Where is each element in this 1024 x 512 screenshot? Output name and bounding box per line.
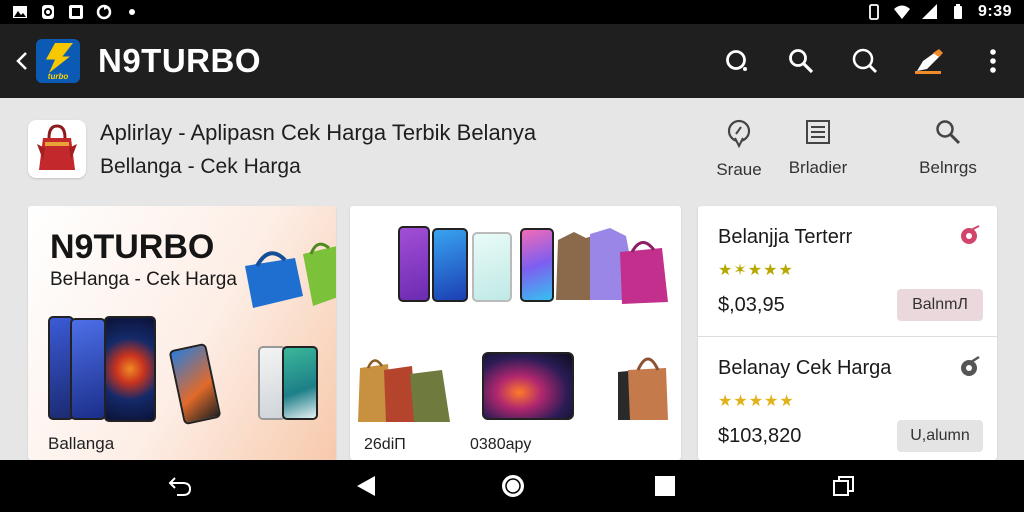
phone-image bbox=[70, 318, 106, 420]
edit-button[interactable] bbox=[912, 44, 946, 78]
app-info-row: Aplirlay - Aplipasn Cek Harga Terbik Bel… bbox=[0, 98, 1024, 198]
app-title: N9TURBO bbox=[98, 42, 262, 79]
favorite-tag-icon[interactable] bbox=[959, 224, 981, 246]
banner-subtitle: BeHanga - Cek Harga bbox=[50, 269, 237, 290]
banner-footer: Ballanga bbox=[48, 434, 115, 453]
wifi-icon bbox=[893, 5, 910, 19]
gallery-icon bbox=[69, 5, 83, 19]
search-outline-button[interactable] bbox=[848, 44, 882, 78]
home-icon bbox=[502, 475, 524, 497]
more-vert-icon bbox=[990, 49, 996, 73]
back-nav-icon bbox=[168, 477, 192, 496]
phone-image bbox=[282, 346, 318, 420]
app-logo[interactable]: turbo bbox=[36, 39, 80, 83]
bags-image bbox=[358, 359, 450, 422]
tote-bag-image bbox=[618, 357, 668, 420]
dot-icon bbox=[129, 9, 135, 15]
info-action-belnrgs[interactable]: Belnrgs bbox=[903, 118, 993, 178]
product-item[interactable]: Belanay Cek Harga ★★★★★ $103,820 U,alumn bbox=[698, 336, 997, 460]
phone-image bbox=[432, 228, 468, 302]
app-info-subtitle: Bellanga - Cek Harga bbox=[100, 155, 301, 178]
signal-icon bbox=[921, 4, 937, 19]
nav-back-triangle-button[interactable] bbox=[352, 472, 380, 500]
product-name: Belanjja Terterr bbox=[718, 226, 853, 248]
nav-home-button[interactable] bbox=[499, 472, 527, 500]
phone-image bbox=[398, 226, 430, 302]
battery-icon bbox=[953, 4, 962, 19]
product-list-card: Belanjja Terterr ★✶★★★ $,03,95 BalnmЛ Be… bbox=[698, 206, 997, 460]
phone-image bbox=[168, 342, 222, 426]
more-menu-button[interactable] bbox=[976, 44, 1010, 78]
vibrate-icon bbox=[869, 4, 879, 20]
alarm-icon bbox=[42, 5, 54, 19]
edit-icon bbox=[915, 49, 943, 74]
nav-split-screen-button[interactable] bbox=[830, 472, 858, 500]
clock: 9:39 bbox=[977, 3, 1012, 20]
app-bar: turbo N9TURBO bbox=[0, 24, 1024, 98]
tablet-image bbox=[482, 352, 574, 420]
arrow-left-icon bbox=[16, 52, 27, 70]
buy-button[interactable]: BalnmЛ bbox=[897, 289, 983, 321]
grid-caption-right: 0380apy bbox=[470, 436, 532, 453]
promo-banner-card[interactable]: N9TURBO BeHanga - Cek Harga Ballanga bbox=[28, 206, 336, 460]
list-icon bbox=[806, 120, 830, 144]
search-button[interactable] bbox=[784, 44, 818, 78]
shopping-bag-icon bbox=[37, 124, 77, 170]
info-action-sraue[interactable]: Sraue bbox=[694, 118, 784, 180]
recents-icon bbox=[655, 476, 675, 496]
info-action-brladier[interactable]: Brladier bbox=[773, 118, 863, 178]
status-bar: 9:39 bbox=[0, 0, 1024, 24]
nav-recents-button[interactable] bbox=[651, 472, 679, 500]
nav-back-button[interactable] bbox=[166, 472, 194, 500]
phone-image bbox=[520, 228, 554, 302]
photo-icon bbox=[13, 6, 27, 18]
banner-title: N9TURBO bbox=[50, 228, 215, 266]
product-item[interactable]: Belanjja Terterr ★✶★★★ $,03,95 BalnmЛ bbox=[698, 206, 997, 333]
search-icon bbox=[936, 120, 961, 145]
buy-button[interactable]: U,alumn bbox=[897, 420, 983, 452]
grid-caption-left: 26diП bbox=[364, 436, 406, 453]
back-button[interactable] bbox=[12, 41, 34, 81]
app-icon[interactable] bbox=[28, 120, 86, 178]
navigation-bar bbox=[0, 460, 1024, 512]
shopping-bags-image bbox=[245, 242, 336, 308]
split-screen-icon bbox=[833, 476, 854, 496]
phone-image bbox=[472, 232, 512, 302]
product-rating: ★★★★★ bbox=[718, 393, 795, 410]
product-price: $103,820 bbox=[718, 425, 802, 447]
product-grid-card[interactable]: 26diП 0380apy bbox=[350, 206, 681, 460]
product-rating: ★✶★★★ bbox=[718, 262, 794, 279]
search-circle-icon bbox=[726, 50, 747, 71]
phone-image bbox=[104, 316, 156, 422]
sync-icon bbox=[96, 4, 112, 20]
search-outline-icon bbox=[852, 48, 877, 73]
search-circle-button[interactable] bbox=[720, 44, 754, 78]
app-info-title: Aplirlay - Aplipasn Cek Harga Terbik Bel… bbox=[100, 120, 537, 145]
product-name: Belanay Cek Harga bbox=[718, 357, 892, 379]
search-icon bbox=[789, 49, 814, 74]
clothing-image bbox=[556, 228, 668, 304]
tag-icon[interactable] bbox=[959, 355, 981, 377]
location-pin-icon bbox=[727, 119, 751, 148]
back-triangle-icon bbox=[357, 476, 375, 496]
product-price: $,03,95 bbox=[718, 294, 785, 316]
